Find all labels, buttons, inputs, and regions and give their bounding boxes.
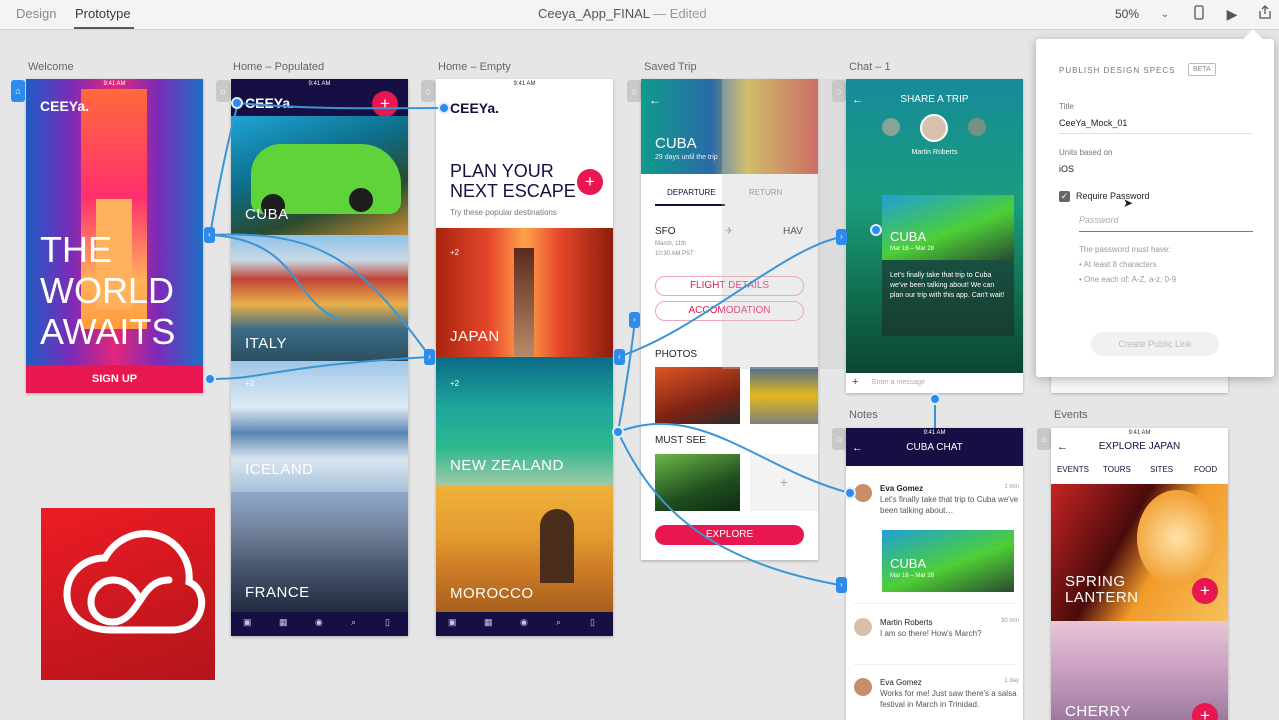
cursor-icon: ➤ [1123,196,1134,210]
chevron-right-icon[interactable]: › [836,577,847,593]
wire[interactable] [209,234,341,321]
chevron-right-icon[interactable]: › [424,349,435,365]
cc-icon [63,530,206,634]
divider [1059,133,1252,134]
wire-node[interactable] [929,393,941,405]
wire[interactable] [236,102,445,110]
publish-design-specs-panel: PUBLISH DESIGN SPECS BETA Title CeeYa_Mo… [1036,29,1274,377]
wire[interactable] [617,422,851,494]
chevron-left-icon[interactable]: ‹ [204,227,215,243]
panel-heading: PUBLISH DESIGN SPECS [1059,66,1176,75]
chevron-right-icon[interactable]: › [629,312,640,328]
wire[interactable] [617,431,841,586]
password-input[interactable]: Password [1079,215,1119,225]
require-password-label: Require Password [1076,191,1150,201]
wire[interactable] [617,319,636,433]
wire[interactable] [209,233,431,358]
wire-node[interactable] [844,487,856,499]
wire-node[interactable] [612,426,624,438]
password-rules-heading: The password must have: [1079,245,1171,254]
wire[interactable] [617,236,842,358]
title-label: Title [1059,102,1074,111]
chevron-right-icon[interactable]: › [836,229,847,245]
wire-node[interactable] [438,102,450,114]
units-label: Units based on [1059,148,1113,157]
require-password-checkbox[interactable]: ✓ [1059,191,1070,202]
title-input[interactable]: CeeYa_Mock_01 [1059,118,1127,128]
creative-cloud-logo [41,508,215,680]
password-rule: • At least 8 characters [1079,260,1157,269]
chevron-left-icon[interactable]: ‹ [614,349,625,365]
wire-node[interactable] [204,373,216,385]
password-rule: • One each of: A-Z, a-z, 0-9 [1079,275,1177,284]
create-public-link-button[interactable]: Create Public Link [1091,332,1219,356]
wire[interactable] [209,102,239,236]
wire[interactable] [209,356,431,381]
units-select[interactable]: iOS [1059,164,1074,174]
wire-node[interactable] [870,224,882,236]
beta-badge: BETA [1188,63,1216,76]
password-underline [1079,231,1253,232]
wire-node[interactable] [231,97,243,109]
